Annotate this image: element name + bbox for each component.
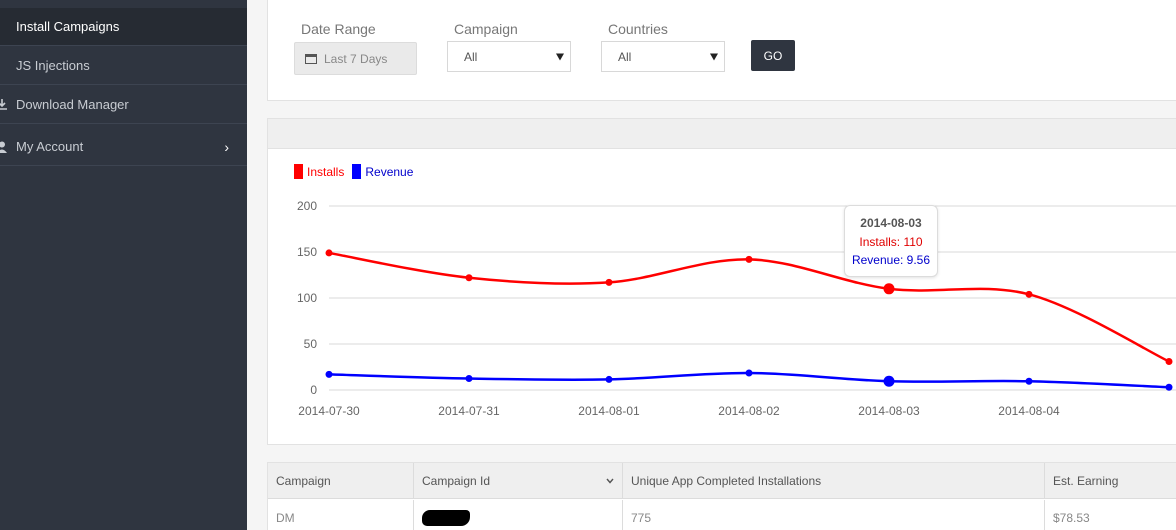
data-point-installs[interactable]: [745, 255, 753, 263]
x-tick-label: 2014-07-31: [438, 404, 500, 418]
date-range-label: Date Range: [301, 21, 376, 37]
data-point-installs[interactable]: [465, 274, 473, 282]
data-point-installs[interactable]: [325, 249, 333, 257]
data-point-revenue[interactable]: [883, 375, 895, 387]
main-content: Date Range Last 7 Days Campaign All Coun…: [247, 0, 1176, 530]
y-tick-label: 150: [297, 245, 317, 259]
x-tick-label: 2014-08-03: [858, 404, 920, 418]
filter-panel: Date Range Last 7 Days Campaign All Coun…: [267, 0, 1176, 101]
campaign-label: Campaign: [454, 21, 518, 37]
data-point-installs[interactable]: [605, 278, 613, 286]
data-point-installs[interactable]: [883, 283, 895, 295]
x-tick-label: 2014-08-04: [998, 404, 1060, 418]
calendar-icon: [305, 54, 317, 64]
sidebar-item-install-campaigns[interactable]: Install Campaigns: [0, 8, 247, 46]
sidebar-item-label: Download Manager: [16, 97, 129, 112]
chevron-right-icon: ›: [224, 138, 229, 155]
sidebar-item-download-manager[interactable]: Download Manager: [0, 86, 247, 124]
date-range-picker[interactable]: Last 7 Days: [294, 42, 417, 75]
x-tick-label: 2014-08-02: [718, 404, 780, 418]
y-tick-label: 0: [310, 383, 317, 397]
data-point-revenue[interactable]: [745, 369, 753, 377]
chevron-down-icon: [606, 478, 614, 484]
caret-down-icon: [710, 53, 718, 60]
go-button[interactable]: GO: [751, 40, 795, 71]
download-icon: [0, 98, 7, 110]
cell-campaign-id: [414, 500, 623, 530]
date-range-value: Last 7 Days: [324, 51, 388, 66]
campaign-table: Campaign Campaign Id Unique App Complete…: [267, 462, 1176, 530]
data-point-installs[interactable]: [1025, 290, 1033, 298]
chart-panel: Installs Revenue 0 50 100 150 200 2014-07-30 2…: [267, 118, 1176, 445]
column-header-campaign[interactable]: Campaign: [268, 463, 414, 499]
data-point-revenue[interactable]: [605, 375, 613, 383]
data-point-revenue[interactable]: [1025, 377, 1033, 385]
data-point-revenue[interactable]: [465, 375, 473, 382]
redaction-mark: [422, 510, 470, 526]
cell-earning: $78.53: [1053, 511, 1090, 525]
campaign-select-value: All: [464, 49, 478, 64]
countries-label: Countries: [608, 21, 668, 37]
table-header: Campaign Campaign Id Unique App Complete…: [268, 463, 1176, 499]
column-header-earning[interactable]: Est. Earning: [1045, 463, 1176, 499]
column-header-label: Campaign Id: [422, 474, 491, 488]
column-header-campaign-id[interactable]: Campaign Id: [414, 463, 623, 499]
series-line-installs: [328, 251, 1170, 363]
user-icon: [0, 141, 7, 153]
data-point-installs[interactable]: [1165, 357, 1173, 365]
data-point-revenue[interactable]: [325, 370, 333, 378]
sidebar: Install Campaigns JS Injections Download…: [0, 0, 247, 530]
y-tick-label: 50: [304, 337, 318, 351]
sidebar-item-js-injections[interactable]: JS Injections: [0, 47, 247, 85]
sidebar-item-label: Install Campaigns: [16, 19, 120, 34]
campaign-select[interactable]: All: [447, 41, 571, 72]
caret-down-icon: [556, 53, 564, 60]
chart-header: [268, 119, 1176, 149]
sidebar-item-my-account[interactable]: My Account ›: [0, 128, 247, 166]
tooltip-installs: Installs: 110: [859, 235, 923, 249]
sidebar-item-label: JS Injections: [16, 58, 90, 73]
countries-select-value: All: [618, 49, 632, 64]
y-tick-label: 200: [297, 199, 317, 213]
line-chart: 0 50 100 150 200 2014-07-30 2014-07-31 2014-08-…: [297, 199, 1176, 418]
cell-campaign: DM: [268, 500, 414, 530]
countries-select[interactable]: All: [601, 41, 725, 72]
cell-installations: 775: [623, 500, 1045, 530]
column-header-installations[interactable]: Unique App Completed Installations: [623, 463, 1045, 499]
sidebar-item-label: My Account: [16, 139, 84, 154]
x-tick-label: 2014-07-30: [298, 404, 360, 418]
tooltip-revenue: Revenue: 9.56: [851, 253, 931, 267]
x-tick-label: 2014-08-01: [578, 404, 640, 418]
chart-tooltip: 2014-08-03 Installs: 110 Revenue: 9.56: [844, 205, 938, 277]
y-tick-label: 100: [297, 291, 317, 305]
tooltip-date: 2014-08-03: [860, 216, 922, 230]
data-point-revenue[interactable]: [1165, 383, 1173, 391]
